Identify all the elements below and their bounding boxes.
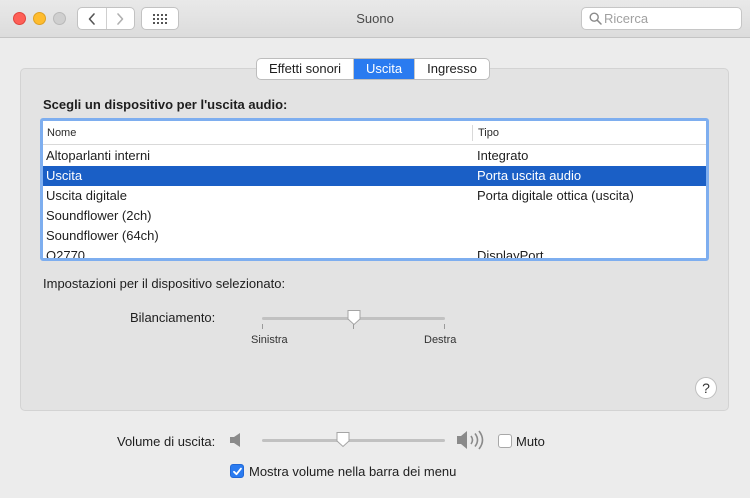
tab-uscita[interactable]: Uscita <box>353 59 415 79</box>
balance-label: Bilanciamento: <box>130 310 216 325</box>
table-row-selected[interactable]: Uscita Porta uscita audio <box>43 166 706 186</box>
speaker-high-icon <box>457 430 484 450</box>
device-name: Uscita digitale <box>46 188 127 203</box>
output-device-heading: Scegli un dispositivo per l'uscita audio… <box>43 97 288 112</box>
device-type: DisplayPort <box>477 248 544 261</box>
search-input[interactable] <box>604 10 738 27</box>
tab-bar: Effetti sonori Uscita Ingresso <box>256 58 491 80</box>
help-icon: ? <box>702 380 710 396</box>
volume-slider-track[interactable] <box>262 439 445 442</box>
search-icon <box>589 12 602 25</box>
output-device-table[interactable]: Nome Tipo Altoparlanti interni Integrato… <box>40 118 709 261</box>
volume-slider-knob[interactable] <box>335 431 351 448</box>
device-name: Q2770 <box>46 248 86 261</box>
balance-tick <box>262 324 263 329</box>
device-name: Altoparlanti interni <box>46 148 151 163</box>
column-divider[interactable] <box>472 125 473 141</box>
sound-preferences-window: Suono Effetti sonori Uscita Ingresso Sce… <box>0 0 750 498</box>
device-name: Uscita <box>46 168 83 183</box>
device-type: Integrato <box>477 148 529 163</box>
device-type: Porta uscita audio <box>477 168 582 183</box>
table-header: Nome Tipo <box>43 121 706 145</box>
output-volume-label: Volume di uscita: <box>117 434 216 449</box>
tab-ingresso[interactable]: Ingresso <box>414 59 489 79</box>
column-header-name[interactable]: Nome <box>47 127 76 139</box>
help-button[interactable]: ? <box>695 377 717 399</box>
table-row[interactable]: Soundflower (64ch) <box>43 226 706 246</box>
balance-slider-knob[interactable] <box>346 309 362 326</box>
device-settings-heading: Impostazioni per il dispositivo selezion… <box>43 276 286 291</box>
balance-left-label: Sinistra <box>251 334 288 346</box>
table-row[interactable]: Q2770 DisplayPort <box>43 246 706 261</box>
show-volume-in-menubar-label[interactable]: Mostra volume nella barra dei menu <box>249 464 456 479</box>
balance-tick <box>444 324 445 329</box>
mute-label[interactable]: Muto <box>516 434 545 449</box>
column-header-type[interactable]: Tipo <box>478 127 499 139</box>
table-row[interactable]: Altoparlanti interni Integrato <box>43 146 706 166</box>
show-volume-in-menubar-checkbox[interactable] <box>230 464 244 478</box>
tab-effetti-sonori[interactable]: Effetti sonori <box>257 59 353 79</box>
table-row[interactable]: Uscita digitale Porta digitale ottica (u… <box>43 186 706 206</box>
title-bar: Suono <box>0 0 750 38</box>
speaker-low-icon <box>230 433 240 447</box>
mute-checkbox[interactable] <box>498 434 512 448</box>
device-name: Soundflower (2ch) <box>46 208 152 223</box>
search-field[interactable] <box>581 7 742 30</box>
device-type: Porta digitale ottica (uscita) <box>477 188 634 203</box>
table-row[interactable]: Soundflower (2ch) <box>43 206 706 226</box>
checkmark-icon <box>233 467 242 476</box>
balance-right-label: Destra <box>424 334 457 346</box>
device-name: Soundflower (64ch) <box>46 228 159 243</box>
